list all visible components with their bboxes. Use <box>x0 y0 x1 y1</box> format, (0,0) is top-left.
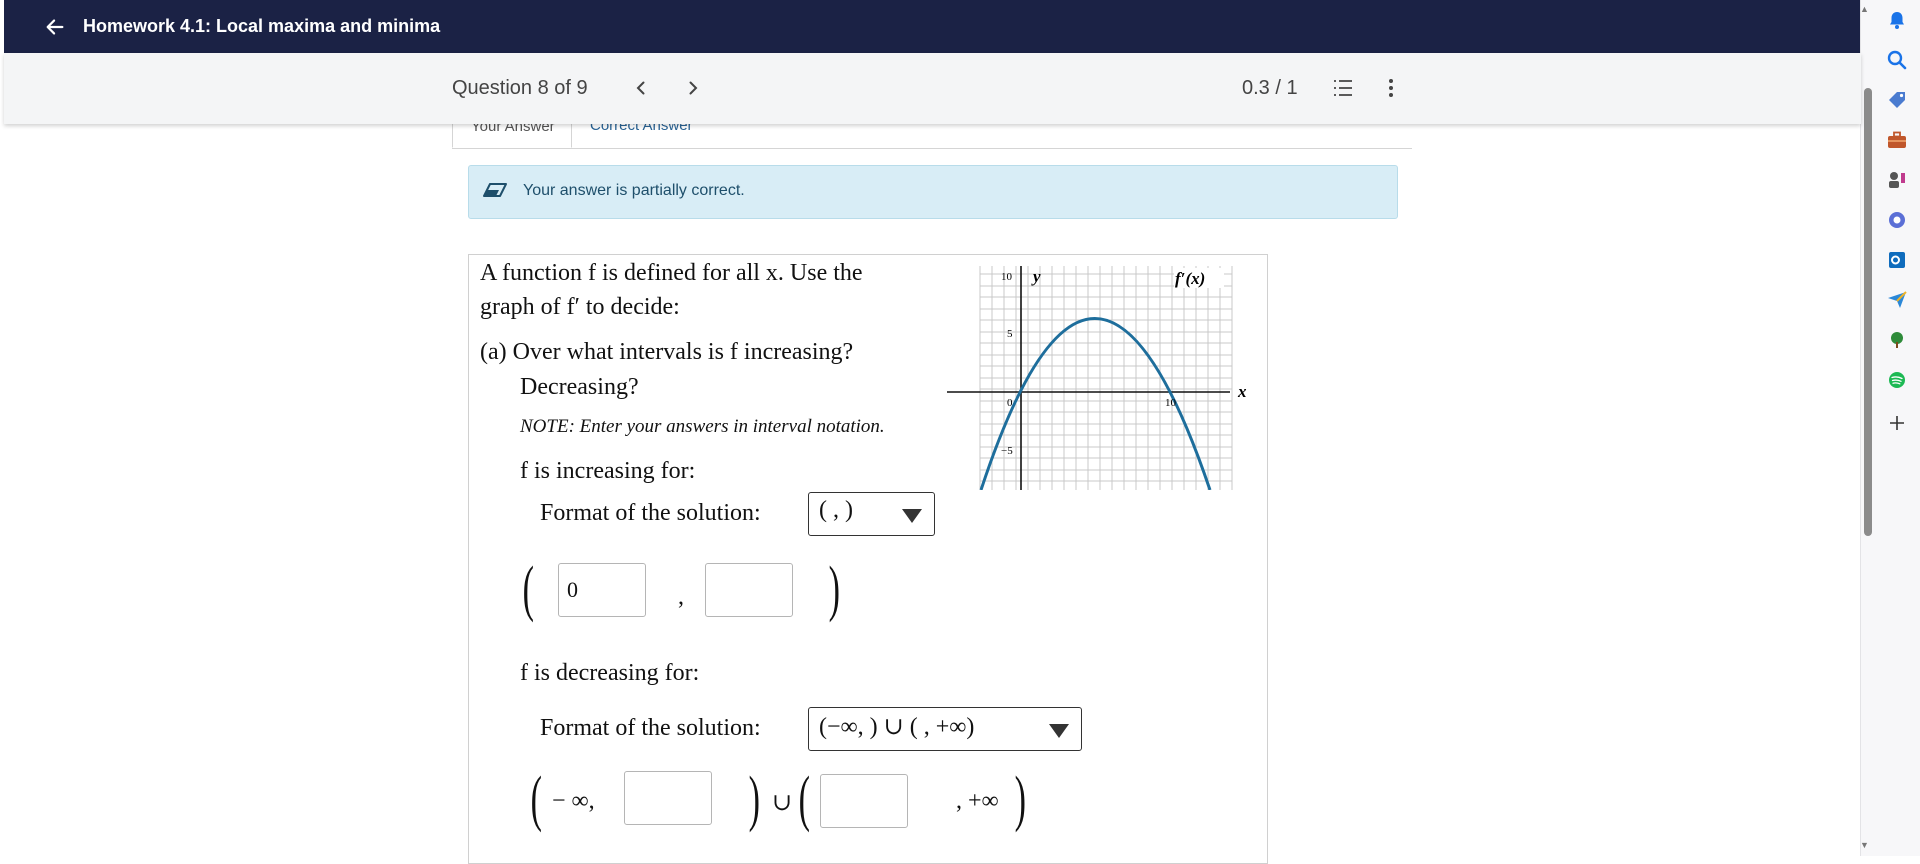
y-tick-neg5: −5 <box>1001 445 1013 457</box>
y-axis-label: y <box>1031 267 1041 286</box>
scrollbar-thumb[interactable] <box>1864 88 1872 536</box>
alert-message: Your answer is partially correct. <box>523 182 745 199</box>
tabs-divider <box>452 148 1412 149</box>
x-axis-label: x <box>1237 382 1247 401</box>
union-symbol: ∪ <box>772 790 793 816</box>
next-question-icon[interactable] <box>684 79 702 97</box>
question-counter: Question 8 of 9 <box>452 77 588 99</box>
back-arrow-icon[interactable] <box>44 16 66 38</box>
increasing-format-label: Format of the solution: <box>540 500 761 526</box>
curve-label: f′(x) <box>1175 269 1205 288</box>
part-a-question: (a) Over what intervals is f increasing? <box>480 339 854 365</box>
copilot-icon[interactable] <box>1886 209 1908 231</box>
top-bar: Homework 4.1: Local maxima and minima <box>4 0 1861 53</box>
assignment-title: Homework 4.1: Local maxima and minima <box>83 16 441 36</box>
increasing-start-input[interactable]: 0 <box>558 563 646 617</box>
eraser-icon <box>483 183 507 197</box>
open-paren: ( <box>522 555 535 623</box>
derivative-graph: 10 5 0 −5 10 y x f′(x) <box>947 266 1247 490</box>
decreasing-first-end-input[interactable] <box>624 771 712 825</box>
scroll-up-arrow-icon[interactable]: ▲ <box>1860 4 1869 14</box>
dropdown-arrow-icon <box>1049 724 1069 738</box>
search-icon[interactable] <box>1886 49 1908 71</box>
scroll-down-arrow-icon[interactable]: ▼ <box>1860 840 1869 850</box>
send-icon[interactable] <box>1886 289 1908 311</box>
previous-question-icon[interactable] <box>632 79 650 97</box>
question-list-icon[interactable] <box>1333 79 1353 97</box>
increasing-end-input[interactable] <box>705 563 793 617</box>
problem-line-2: graph of f′ to decide: <box>480 294 680 320</box>
negative-infinity: − ∞, <box>552 788 595 814</box>
games-icon[interactable] <box>1886 169 1908 191</box>
positive-infinity: , +∞ <box>956 788 999 814</box>
close-paren: ) <box>748 765 761 833</box>
decreasing-format-select[interactable]: (−∞, ) ∪ ( , +∞) <box>808 707 1082 751</box>
decreasing-second-start-input[interactable] <box>820 774 908 828</box>
graph-grid <box>979 266 1233 490</box>
y-tick-5: 5 <box>1007 328 1013 340</box>
bell-icon[interactable] <box>1886 9 1908 31</box>
spotify-icon[interactable] <box>1886 369 1908 391</box>
part-a-question-cont: Decreasing? <box>520 374 639 400</box>
problem-line-1: A function f is defined for all x. Use t… <box>480 260 863 286</box>
more-options-icon[interactable] <box>1388 78 1394 98</box>
tag-icon[interactable] <box>1886 89 1908 111</box>
outlook-icon[interactable] <box>1886 249 1908 271</box>
open-paren: ( <box>530 765 543 833</box>
dropdown-arrow-icon <box>902 509 922 523</box>
interval-comma: , <box>678 584 684 610</box>
tree-icon[interactable] <box>1886 329 1908 351</box>
partial-correct-alert: Your answer is partially correct. <box>468 165 1398 219</box>
close-paren: ) <box>828 555 841 623</box>
increasing-label: f is increasing for: <box>520 458 696 484</box>
open-paren: ( <box>798 765 811 833</box>
increasing-format-value: ( , ) <box>819 497 853 523</box>
decreasing-format-label: Format of the solution: <box>540 715 761 741</box>
question-score: 0.3 / 1 <box>1242 77 1298 99</box>
close-paren: ) <box>1014 765 1027 833</box>
decreasing-format-value: (−∞, ) ∪ ( , +∞) <box>819 714 975 740</box>
decreasing-label: f is decreasing for: <box>520 660 700 686</box>
toolbox-icon[interactable] <box>1886 129 1908 151</box>
y-tick-10: 10 <box>1001 271 1013 283</box>
origin-label: 0 <box>1007 397 1013 409</box>
increasing-format-select[interactable]: ( , ) <box>808 492 935 536</box>
interval-notation-note: NOTE: Enter your answers in interval not… <box>520 416 885 437</box>
x-tick-10: 10 <box>1165 397 1177 409</box>
add-icon[interactable] <box>1886 412 1908 434</box>
question-header: Question 8 of 9 0.3 / 1 <box>4 53 1861 124</box>
